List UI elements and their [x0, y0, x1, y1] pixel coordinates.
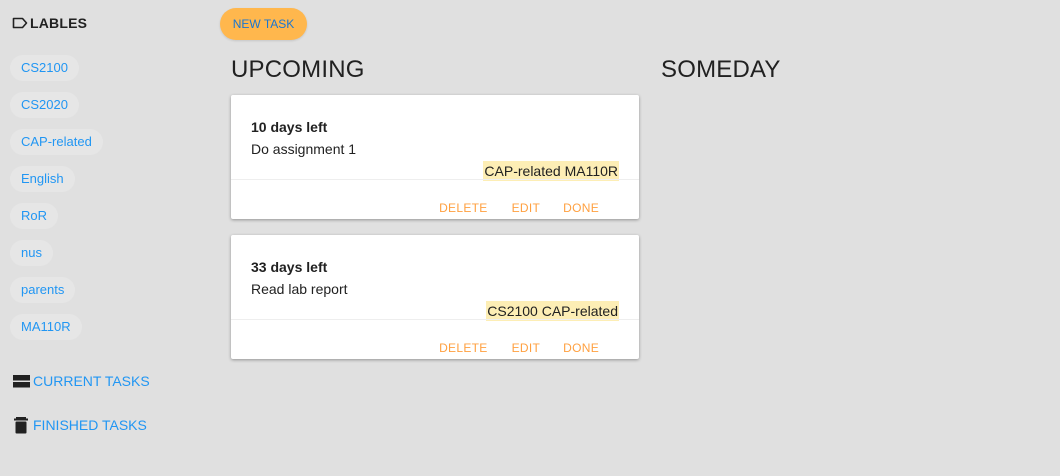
label-chip-cap-related[interactable]: CAP-related [10, 129, 103, 155]
done-button[interactable]: DONE [563, 341, 599, 355]
labels-title: LABLES [30, 15, 88, 31]
label-chip-english[interactable]: English [10, 166, 75, 192]
label-outline-icon [12, 17, 28, 29]
label-chip-ma110r[interactable]: MA110R [10, 314, 82, 340]
label-chip-nus[interactable]: nus [10, 240, 53, 266]
delete-button[interactable]: DELETE [439, 201, 487, 215]
trash-icon [14, 417, 28, 434]
task-tags: CAP-related MA110R [483, 161, 619, 181]
nav-finished-tasks-label: FINISHED TASKS [33, 417, 147, 433]
upcoming-title: UPCOMING [231, 56, 365, 83]
task-description: Read lab report [251, 281, 348, 297]
edit-button[interactable]: EDIT [512, 201, 541, 215]
card-divider [231, 179, 639, 180]
delete-button[interactable]: DELETE [439, 341, 487, 355]
task-card: 10 days left Do assignment 1 CAP-related… [231, 95, 639, 219]
new-task-button[interactable]: NEW TASK [220, 8, 307, 40]
label-chip-cs2020[interactable]: CS2020 [10, 92, 79, 118]
nav-finished-tasks[interactable]: FINISHED TASKS [12, 415, 147, 435]
nav-current-tasks[interactable]: CURRENT TASKS [12, 371, 150, 391]
labels-header: LABLES [12, 12, 87, 34]
task-tags: CS2100 CAP-related [486, 301, 619, 321]
card-actions: DELETE EDIT DONE [439, 341, 599, 355]
label-chip-parents[interactable]: parents [10, 277, 76, 303]
task-due: 33 days left [251, 259, 328, 275]
card-actions: DELETE EDIT DONE [439, 201, 599, 215]
card-divider [231, 319, 639, 320]
nav-current-tasks-label: CURRENT TASKS [33, 373, 150, 389]
task-description: Do assignment 1 [251, 141, 357, 157]
app: LABLES CS2100 CS2020 CAP-related English… [0, 0, 1060, 476]
label-chip-cs2100[interactable]: CS2100 [10, 55, 79, 81]
sidebar: LABLES CS2100 CS2020 CAP-related English… [0, 0, 200, 476]
someday-title: SOMEDAY [661, 56, 781, 83]
task-due: 10 days left [251, 119, 328, 135]
edit-button[interactable]: EDIT [512, 341, 541, 355]
task-card: 33 days left Read lab report CS2100 CAP-… [231, 235, 639, 359]
done-button[interactable]: DONE [563, 201, 599, 215]
view-agenda-icon [13, 375, 30, 388]
label-chip-ror[interactable]: RoR [10, 203, 59, 229]
